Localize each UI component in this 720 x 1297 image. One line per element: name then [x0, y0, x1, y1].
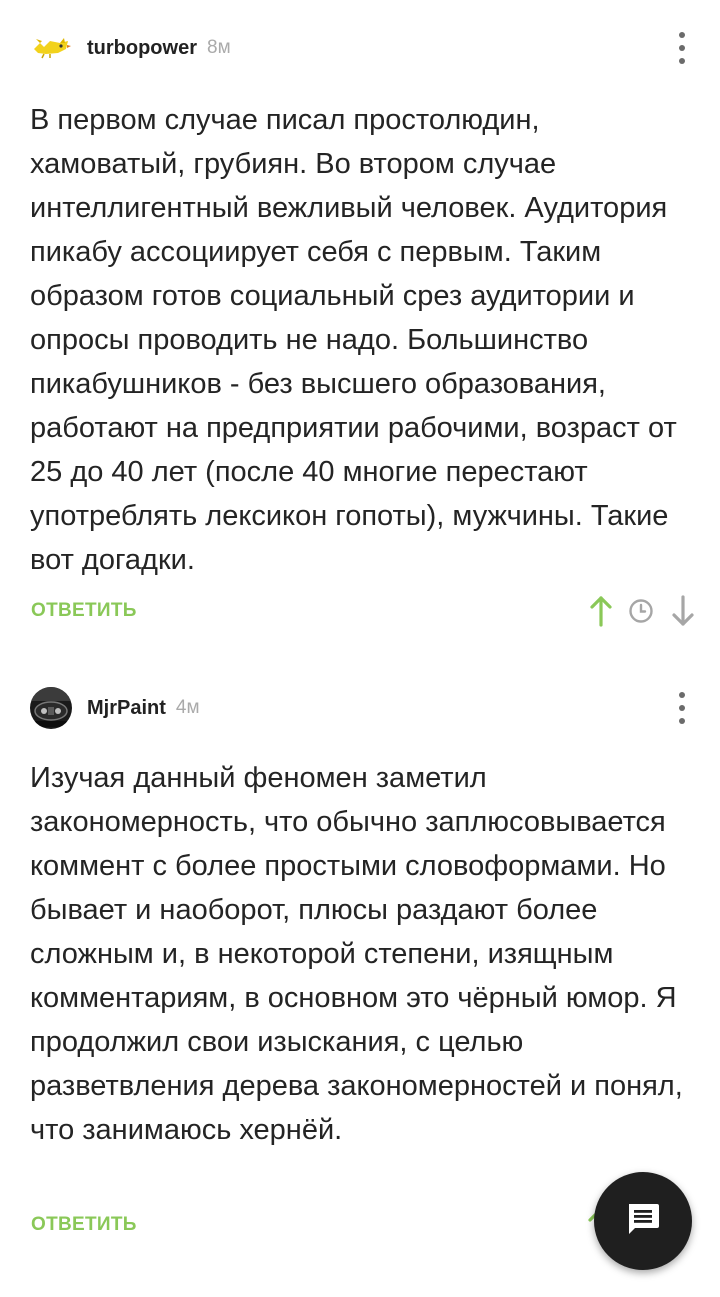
reply-button[interactable]: ОТВЕТИТЬ: [31, 600, 137, 622]
comment-text: В первом случае писал простолюдин, хамов…: [30, 104, 677, 576]
car-interior-avatar-icon[interactable]: [30, 687, 72, 729]
clock-icon[interactable]: [626, 594, 656, 628]
username[interactable]: turbopower: [87, 37, 197, 60]
reply-button[interactable]: ОТВЕТИТЬ: [31, 1214, 137, 1236]
comment-fab-button[interactable]: [594, 1172, 692, 1270]
yellow-bird-avatar-icon[interactable]: [30, 27, 72, 69]
more-vertical-icon[interactable]: [670, 32, 694, 64]
comment-icon: [624, 1200, 662, 1243]
more-vertical-icon[interactable]: [670, 692, 694, 724]
comment-text: Изучая данный феномен заметил закономерн…: [30, 762, 683, 1146]
comment-time: 4м: [175, 697, 200, 718]
comment-header: turbopower 8м: [30, 26, 231, 70]
comment-header: MjrPaint 4м: [30, 686, 200, 730]
comment-time: 8м: [207, 37, 231, 58]
arrow-up-icon[interactable]: [586, 594, 616, 628]
username[interactable]: MjrPaint: [87, 697, 166, 720]
arrow-down-icon[interactable]: [668, 594, 698, 628]
